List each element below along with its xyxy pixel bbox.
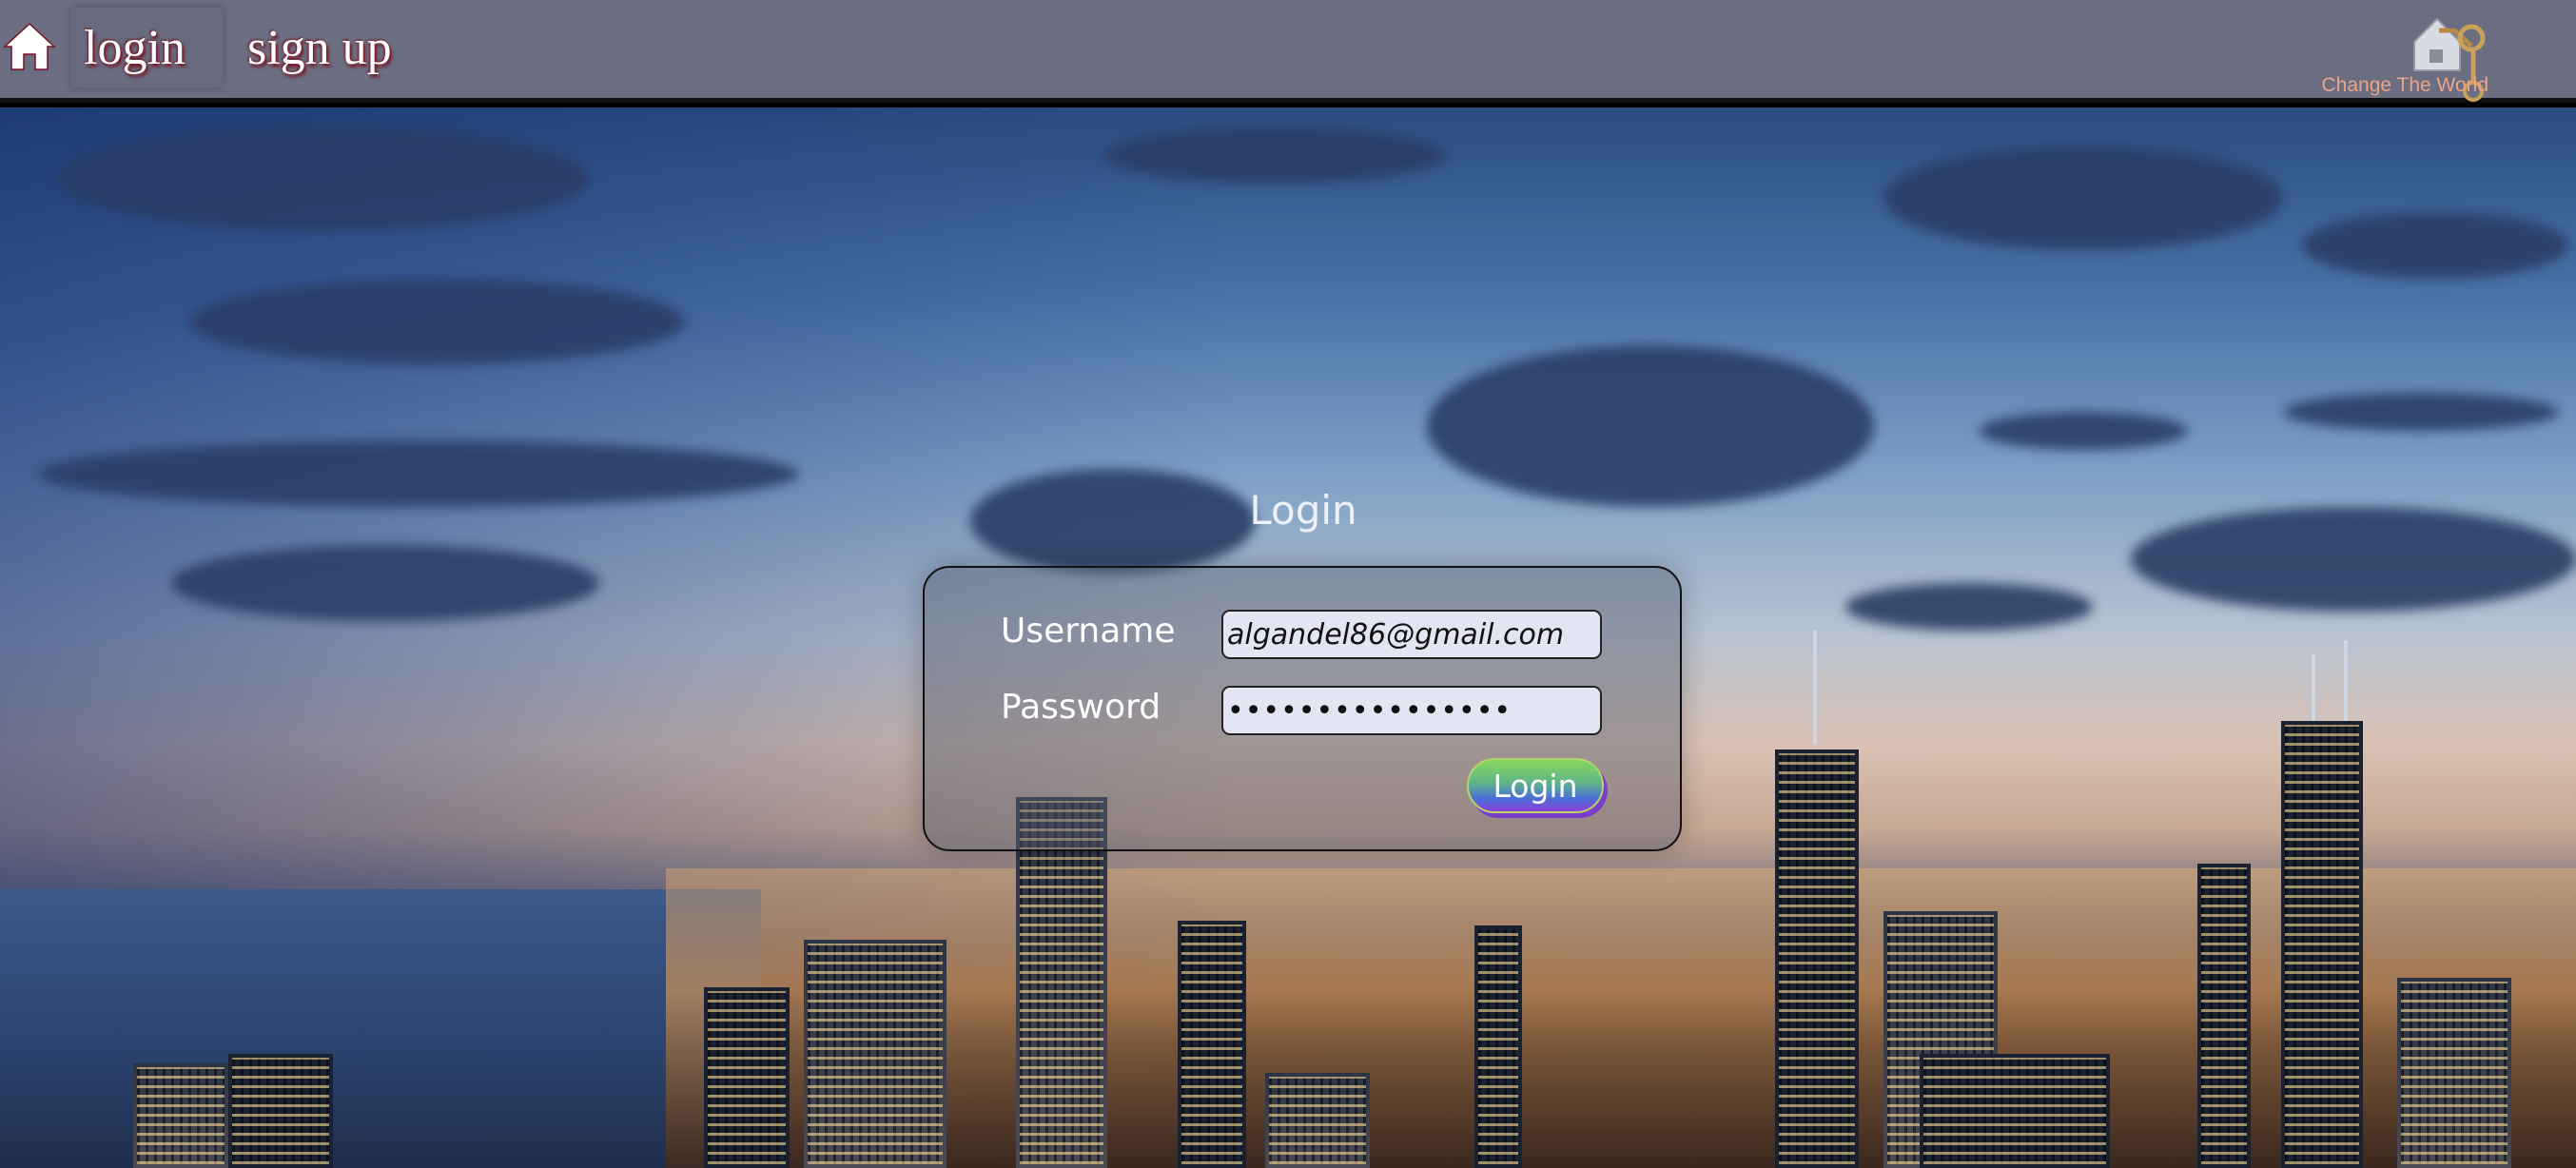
login-submit-button[interactable]: Login (1467, 758, 1604, 813)
cloud (1883, 146, 2283, 250)
skyscraper (704, 987, 790, 1168)
home-button[interactable] (0, 11, 59, 80)
skyscraper (1775, 749, 1859, 1168)
password-input[interactable] (1221, 686, 1602, 735)
skyscraper (228, 1054, 333, 1168)
cloud (1845, 583, 2093, 631)
brand-logo-area[interactable]: Change The World (2253, 0, 2576, 103)
skyscraper (1474, 925, 1522, 1168)
skyscraper (133, 1063, 228, 1168)
nav-signup-link[interactable]: sign up (234, 8, 405, 88)
skyscraper (1265, 1073, 1370, 1168)
username-label: Username (1001, 612, 1176, 651)
cloud (2302, 212, 2568, 279)
antenna (2312, 654, 2315, 721)
username-input[interactable] (1221, 610, 1602, 659)
cloud (171, 545, 599, 621)
skyscraper (1178, 921, 1246, 1168)
home-icon (3, 22, 56, 70)
cloud (190, 279, 685, 364)
skyscraper (1920, 1054, 2110, 1168)
antenna (1813, 631, 1817, 745)
lake-water (0, 889, 761, 1168)
top-navbar: login sign up Change The World (0, 0, 2576, 103)
cloud (2283, 393, 2559, 431)
brand-tagline: Change The World (2321, 74, 2489, 96)
login-form-panel: Username Password Login (923, 566, 1682, 851)
cloud (57, 127, 590, 231)
cloud (1103, 127, 1446, 184)
login-heading: Login (1249, 487, 1357, 534)
antenna (2344, 640, 2348, 721)
cloud (2131, 507, 2576, 612)
skyscraper (2281, 721, 2363, 1168)
nav-login-link[interactable]: login (70, 8, 223, 88)
skyscraper (2197, 864, 2251, 1168)
cloud (1427, 345, 1874, 507)
skyscraper (804, 940, 946, 1168)
skyscraper (2397, 978, 2511, 1168)
cloud (1979, 412, 2188, 450)
cloud (38, 440, 799, 507)
skyscraper (1016, 797, 1107, 1168)
password-label: Password (1001, 688, 1161, 727)
